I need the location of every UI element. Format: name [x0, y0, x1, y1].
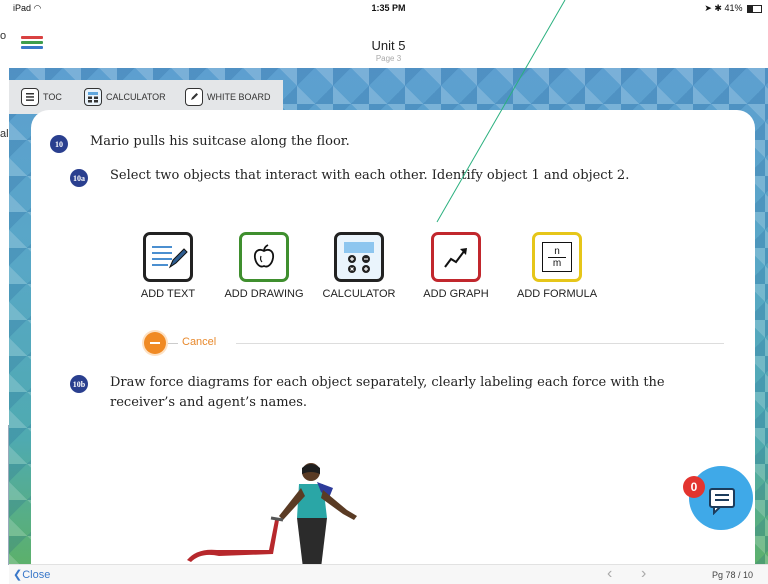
chat-notification-badge: 0: [683, 476, 705, 498]
chevron-left-icon: ❮: [13, 569, 23, 581]
calculator-icon: [334, 232, 384, 282]
formula-numerator: n: [554, 245, 560, 257]
part-b-badge: 10b: [70, 375, 88, 393]
cancel-row: Cancel: [144, 332, 724, 356]
screen: o al iPad ◠ 1:35 PM ➤ ✱ 41% Unit 5 Page …: [0, 0, 768, 584]
part-a-text: Select two objects that interact with ea…: [110, 168, 630, 183]
calculator-tool-button[interactable]: CALCULATOR: [84, 87, 166, 107]
whiteboard-button[interactable]: WHITE BOARD: [185, 87, 271, 107]
previous-page-button[interactable]: ‹: [607, 565, 612, 583]
battery-icon: [747, 4, 762, 13]
page-subtitle: Page 3: [375, 54, 402, 63]
cancel-minus-icon[interactable]: [144, 332, 166, 354]
part-b-text-line2: receiver’s and agent’s names.: [110, 395, 308, 410]
close-button[interactable]: ❮Close: [13, 568, 50, 581]
add-formula-label: ADD FORMULA: [517, 288, 598, 300]
formula-denominator: m: [552, 257, 562, 269]
add-drawing-button[interactable]: ADD DRAWING: [224, 232, 304, 300]
question-text: Mario pulls his suitcase along the floor…: [90, 134, 350, 149]
chat-bubble-icon: [709, 488, 735, 515]
whiteboard-label: WHITE BOARD: [207, 92, 271, 102]
add-graph-button[interactable]: ADD GRAPH: [416, 232, 496, 300]
ipad-screen: iPad ◠ 1:35 PM ➤ ✱ 41% Unit 5 Page 3 TOC…: [9, 0, 768, 584]
calculator-option-label: CALCULATOR: [322, 288, 396, 300]
toc-button[interactable]: TOC: [21, 87, 62, 107]
part-a-badge: 10a: [70, 169, 88, 187]
calculator-small-icon: [84, 88, 102, 106]
add-text-button[interactable]: ADD TEXT: [128, 232, 208, 300]
mario-illustration: [187, 463, 357, 564]
unit-title: Unit 5: [371, 38, 406, 53]
status-right: ➤ ✱ 41%: [704, 3, 762, 14]
nav-bar: Unit 5 Page 3: [9, 20, 768, 69]
text-pencil-icon: [143, 232, 193, 282]
status-time: 1:35 PM: [371, 3, 406, 13]
status-bar: iPad ◠ 1:35 PM ➤ ✱ 41%: [9, 0, 768, 20]
add-drawing-label: ADD DRAWING: [224, 288, 304, 300]
chat-button[interactable]: [689, 466, 753, 530]
toc-label: TOC: [43, 92, 62, 102]
next-page-button[interactable]: ›: [641, 565, 646, 583]
bluetooth-icon: ✱: [714, 3, 722, 13]
close-label: Close: [22, 569, 51, 581]
part-b-text-line1: Draw force diagrams for each object sepa…: [110, 375, 665, 390]
background-text-fragment: o: [0, 30, 7, 42]
cancel-divider: [236, 343, 724, 344]
whiteboard-pen-icon: [185, 88, 203, 106]
question-number-badge: 10: [50, 135, 68, 153]
tool-bar: TOC CALCULATOR WHITE BOARD: [9, 80, 283, 114]
apple-drawing-icon: [239, 232, 289, 282]
background-window-fragment: o al: [0, 0, 9, 584]
add-formula-button[interactable]: n m ADD FORMULA: [517, 232, 597, 300]
add-graph-label: ADD GRAPH: [423, 288, 489, 300]
location-icon: ➤: [704, 3, 712, 13]
background-text-fragment: al: [0, 128, 9, 140]
battery-percent: 41%: [724, 3, 743, 13]
calculator-option-button[interactable]: CALCULATOR: [319, 232, 399, 300]
page-indicator: Pg 78 / 10: [712, 570, 754, 580]
add-text-label: ADD TEXT: [140, 288, 196, 300]
graph-arrow-icon: [431, 232, 481, 282]
cancel-label[interactable]: Cancel: [182, 336, 216, 348]
bottom-bar: ❮Close ‹ › Pg 78 / 10: [9, 564, 768, 584]
toc-icon: [21, 88, 39, 106]
calculator-tool-label: CALCULATOR: [106, 92, 166, 102]
question-card: 10 Mario pulls his suitcase along the fl…: [31, 110, 755, 564]
cancel-dash: [168, 343, 178, 344]
fraction-formula-icon: n m: [532, 232, 582, 282]
